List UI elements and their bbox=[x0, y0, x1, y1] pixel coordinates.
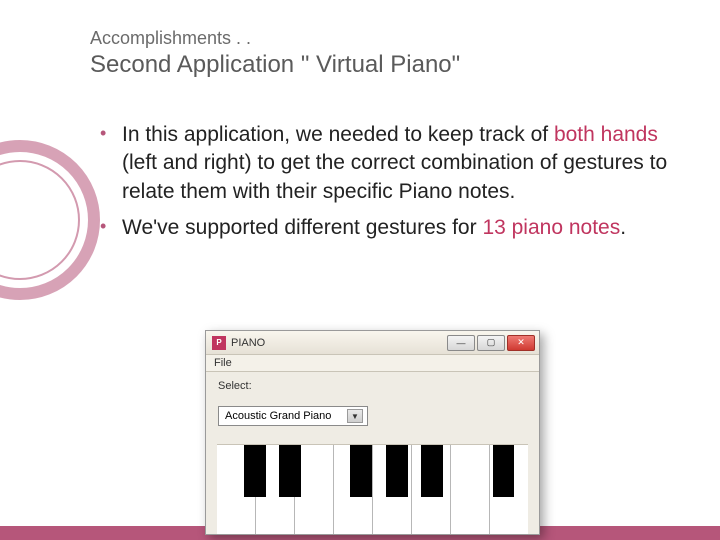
piano-keys bbox=[217, 444, 528, 534]
bullet-item: In this application, we needed to keep t… bbox=[100, 121, 680, 206]
black-key[interactable] bbox=[386, 445, 408, 497]
slide-kicker: Accomplishments . . bbox=[90, 28, 680, 49]
black-key[interactable] bbox=[421, 445, 443, 497]
app-icon: P bbox=[212, 336, 226, 350]
bullet-list: In this application, we needed to keep t… bbox=[90, 121, 680, 242]
window-buttons: — ▢ ✕ bbox=[447, 335, 535, 351]
close-button[interactable]: ✕ bbox=[507, 335, 535, 351]
minimize-button[interactable]: — bbox=[447, 335, 475, 351]
window-titlebar[interactable]: P PIANO — ▢ ✕ bbox=[206, 331, 539, 355]
black-key[interactable] bbox=[350, 445, 372, 497]
black-key[interactable] bbox=[279, 445, 301, 497]
select-value: Acoustic Grand Piano bbox=[225, 410, 331, 422]
bullet-accent: 13 piano notes bbox=[482, 216, 620, 239]
piano-app-window: P PIANO — ▢ ✕ File Select: Acoustic Gran… bbox=[205, 330, 540, 535]
bullet-accent: both hands bbox=[554, 123, 658, 146]
bullet-text: In this application, we needed to keep t… bbox=[122, 123, 554, 146]
black-key[interactable] bbox=[244, 445, 266, 497]
maximize-button[interactable]: ▢ bbox=[477, 335, 505, 351]
slide-content: Accomplishments . . Second Application "… bbox=[90, 28, 680, 250]
chevron-down-icon: ▼ bbox=[347, 409, 363, 423]
bullet-text: We've supported different gestures for bbox=[122, 216, 482, 239]
select-label: Select: bbox=[218, 380, 527, 392]
bullet-text: (left and right) to get the correct comb… bbox=[122, 151, 667, 202]
instrument-select[interactable]: Acoustic Grand Piano ▼ bbox=[218, 406, 368, 426]
white-key[interactable] bbox=[451, 445, 490, 534]
bullet-item: We've supported different gestures for 1… bbox=[100, 214, 680, 242]
window-title: PIANO bbox=[231, 337, 447, 349]
black-key[interactable] bbox=[493, 445, 515, 497]
slide-title: Second Application " Virtual Piano" bbox=[90, 51, 680, 79]
bullet-text: . bbox=[620, 216, 626, 239]
window-panel: Select: Acoustic Grand Piano ▼ bbox=[206, 372, 539, 534]
menubar: File bbox=[206, 355, 539, 372]
menu-file[interactable]: File bbox=[214, 357, 232, 369]
